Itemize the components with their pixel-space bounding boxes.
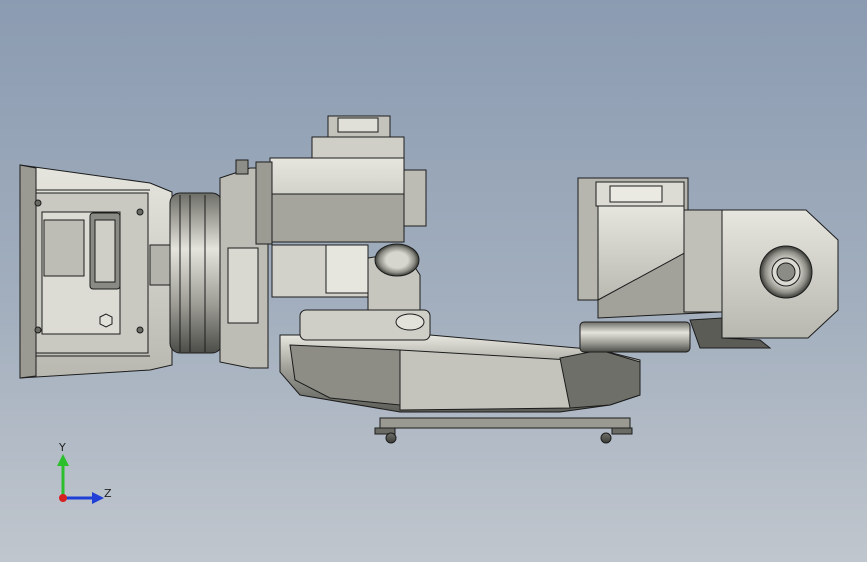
orientation-triad: Y Z [57,441,112,504]
y-axis-label: Y [58,441,66,454]
robot-arm-model[interactable] [0,0,867,562]
base-rail [374,417,633,444]
left-housing [19,164,173,379]
z-axis-arrow [92,492,104,504]
lower-arm [279,309,691,413]
y-axis-arrow [57,454,69,466]
graphics-viewport[interactable]: Y Z [0,0,867,562]
upper-motor-block [255,115,427,319]
rotary-ring [169,192,223,354]
x-axis-dot [59,494,67,502]
z-axis-label: Z [104,487,112,500]
